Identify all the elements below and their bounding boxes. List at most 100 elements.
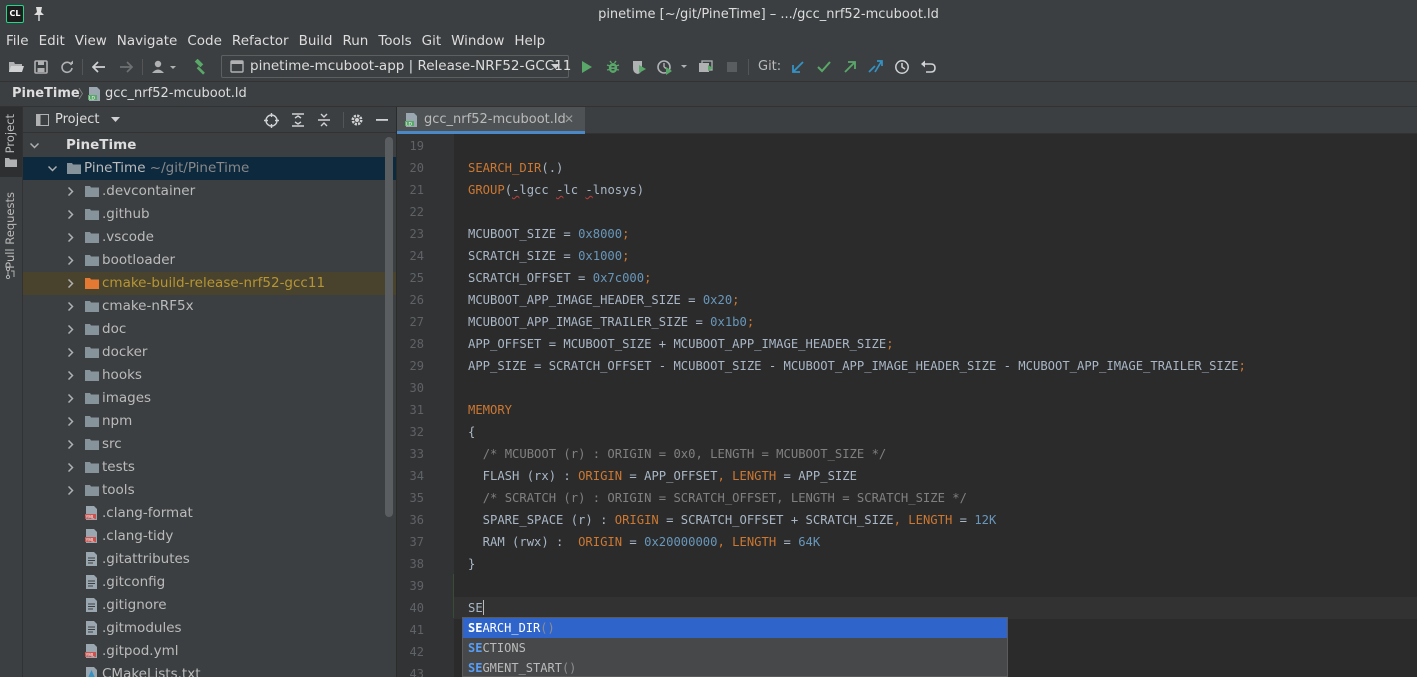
tree-file[interactable]: .gitattributes bbox=[23, 548, 396, 571]
tree-folder[interactable]: src bbox=[23, 433, 396, 456]
code-line[interactable]: APP_OFFSET = MCUBOOT_SIZE + MCUBOOT_APP_… bbox=[468, 333, 894, 355]
tree-file[interactable]: YML .gitpod.yml bbox=[23, 640, 396, 663]
forward-arrow-icon[interactable] bbox=[116, 57, 136, 77]
code-line[interactable]: SCRATCH_SIZE = 0x1000; bbox=[468, 245, 629, 267]
tree-folder[interactable]: .vscode bbox=[23, 226, 396, 249]
code-line[interactable]: MCUBOOT_APP_IMAGE_HEADER_SIZE = 0x20; bbox=[468, 289, 740, 311]
tree-folder[interactable]: images bbox=[23, 387, 396, 410]
sync-icon[interactable] bbox=[57, 57, 77, 77]
gear-icon[interactable] bbox=[348, 111, 366, 129]
tree-folder[interactable]: tools bbox=[23, 479, 396, 502]
menu-tools[interactable]: Tools bbox=[373, 30, 416, 52]
project-panel-title[interactable]: Project bbox=[55, 107, 99, 133]
close-icon[interactable]: ✕ bbox=[564, 112, 574, 126]
completion-item[interactable]: SEARCH_DIR() bbox=[463, 618, 1007, 638]
tree-folder[interactable]: docker bbox=[23, 341, 396, 364]
tree-folder[interactable]: doc bbox=[23, 318, 396, 341]
menu-git[interactable]: Git bbox=[417, 30, 447, 52]
git-push-icon[interactable] bbox=[840, 57, 860, 77]
chevron-right-icon[interactable] bbox=[66, 371, 75, 380]
breadcrumb-file[interactable]: gcc_nrf52-mcuboot.ld bbox=[105, 82, 247, 106]
profiler-dropdown-icon[interactable] bbox=[655, 57, 691, 77]
open-folder-icon[interactable] bbox=[6, 57, 26, 77]
collapse-all-icon[interactable] bbox=[315, 111, 333, 129]
tab-gcc-nrf52-mcuboot-ld[interactable]: LD gcc_nrf52-mcuboot.ld ✕ bbox=[397, 107, 585, 134]
tree-folder[interactable]: bootloader bbox=[23, 249, 396, 272]
code-line[interactable]: { bbox=[468, 421, 475, 443]
tree-folder[interactable]: .devcontainer bbox=[23, 180, 396, 203]
menu-file[interactable]: File bbox=[1, 30, 34, 52]
chevron-right-icon[interactable] bbox=[66, 325, 75, 334]
tree-file[interactable]: YML .clang-format bbox=[23, 502, 396, 525]
menu-view[interactable]: View bbox=[70, 30, 112, 52]
save-icon[interactable] bbox=[31, 57, 51, 77]
code-line[interactable]: APP_SIZE = SCRATCH_OFFSET - MCUBOOT_SIZE… bbox=[468, 355, 1246, 377]
git-merge-icon[interactable] bbox=[866, 57, 886, 77]
menu-navigate[interactable]: Navigate bbox=[112, 30, 183, 52]
code-line[interactable]: GROUP(-lgcc -lc -lnosys) bbox=[468, 179, 644, 201]
breadcrumb-project[interactable]: PineTime bbox=[12, 82, 80, 106]
code-line[interactable]: MEMORY bbox=[468, 399, 512, 421]
user-dropdown-icon[interactable] bbox=[150, 57, 180, 77]
chevron-down-icon[interactable] bbox=[30, 141, 39, 150]
code-line[interactable]: /* MCUBOOT (r) : ORIGIN = 0x0, LENGTH = … bbox=[468, 443, 887, 465]
chevron-right-icon[interactable] bbox=[66, 463, 75, 472]
chevron-right-icon[interactable] bbox=[66, 417, 75, 426]
code-line[interactable]: RAM (rwx) : ORIGIN = 0x20000000, LENGTH … bbox=[468, 531, 821, 553]
tree-folder[interactable]: PineTime bbox=[23, 134, 396, 157]
chevron-right-icon[interactable] bbox=[66, 440, 75, 449]
tree-folder[interactable]: cmake-build-release-nrf52-gcc11 bbox=[23, 272, 396, 295]
history-clock-icon[interactable] bbox=[892, 57, 912, 77]
run-configuration-select[interactable]: pinetime-mcuboot-app | Release-NRF52-GCC… bbox=[221, 55, 571, 78]
code-line[interactable]: FLASH (rx) : ORIGIN = APP_OFFSET, LENGTH… bbox=[468, 465, 857, 487]
chevron-right-icon[interactable] bbox=[66, 210, 75, 219]
completion-item[interactable]: SEGMENT_START() bbox=[463, 658, 1007, 676]
menu-help[interactable]: Help bbox=[509, 30, 550, 52]
chevron-down-icon[interactable] bbox=[48, 164, 57, 173]
tree-file[interactable]: .gitignore bbox=[23, 594, 396, 617]
menu-window[interactable]: Window bbox=[446, 30, 509, 52]
project-scrollbar[interactable] bbox=[385, 137, 393, 517]
run-icon[interactable] bbox=[577, 57, 597, 77]
tree-file[interactable]: YML .clang-tidy bbox=[23, 525, 396, 548]
locate-file-icon[interactable] bbox=[262, 111, 280, 129]
menu-code[interactable]: Code bbox=[182, 30, 227, 52]
tree-folder[interactable]: PineTime ~/git/PineTime bbox=[23, 157, 396, 180]
chevron-right-icon[interactable] bbox=[66, 394, 75, 403]
tree-folder[interactable]: cmake-nRF5x bbox=[23, 295, 396, 318]
stop-icon[interactable] bbox=[722, 57, 742, 77]
view-mode-chevron-icon[interactable] bbox=[111, 117, 120, 123]
code-editor[interactable]: SEARCH_DIR(.) GROUP(-lgcc -lc -lnosys) MCU… bbox=[454, 134, 1417, 677]
debug-bug-icon[interactable] bbox=[603, 57, 623, 77]
build-hammer-icon[interactable] bbox=[191, 57, 211, 77]
code-line[interactable]: } bbox=[468, 553, 475, 575]
hide-panel-icon[interactable] bbox=[373, 111, 391, 129]
back-arrow-icon[interactable] bbox=[89, 57, 109, 77]
project-tool-tab[interactable]: Project bbox=[0, 107, 22, 177]
rollback-icon[interactable] bbox=[918, 57, 938, 77]
tree-file[interactable]: .gitconfig bbox=[23, 571, 396, 594]
completion-item[interactable]: SECTIONS bbox=[463, 638, 1007, 658]
git-update-icon[interactable] bbox=[788, 57, 808, 77]
code-line[interactable]: SE bbox=[468, 597, 484, 619]
chevron-right-icon[interactable] bbox=[66, 302, 75, 311]
chevron-right-icon[interactable] bbox=[66, 279, 75, 288]
chevron-right-icon[interactable] bbox=[66, 348, 75, 357]
code-line[interactable]: SPARE_SPACE (r) : ORIGIN = SCRATCH_OFFSE… bbox=[468, 509, 997, 531]
tree-folder[interactable]: npm bbox=[23, 410, 396, 433]
chevron-right-icon[interactable] bbox=[66, 233, 75, 242]
tree-folder[interactable]: tests bbox=[23, 456, 396, 479]
code-line[interactable]: MCUBOOT_APP_IMAGE_TRAILER_SIZE = 0x1b0; bbox=[468, 311, 754, 333]
run-with-coverage-icon[interactable] bbox=[629, 57, 649, 77]
menu-run[interactable]: Run bbox=[337, 30, 373, 52]
tree-folder[interactable]: hooks bbox=[23, 364, 396, 387]
chevron-right-icon[interactable] bbox=[66, 486, 75, 495]
code-line[interactable]: MCUBOOT_SIZE = 0x8000; bbox=[468, 223, 629, 245]
menu-refactor[interactable]: Refactor bbox=[227, 30, 294, 52]
expand-all-icon[interactable] bbox=[289, 111, 307, 129]
code-line[interactable]: SEARCH_DIR(.) bbox=[468, 157, 563, 179]
chevron-right-icon[interactable] bbox=[66, 187, 75, 196]
tree-folder[interactable]: .github bbox=[23, 203, 396, 226]
code-line[interactable]: SCRATCH_OFFSET = 0x7c000; bbox=[468, 267, 651, 289]
attach-process-icon[interactable] bbox=[696, 57, 716, 77]
